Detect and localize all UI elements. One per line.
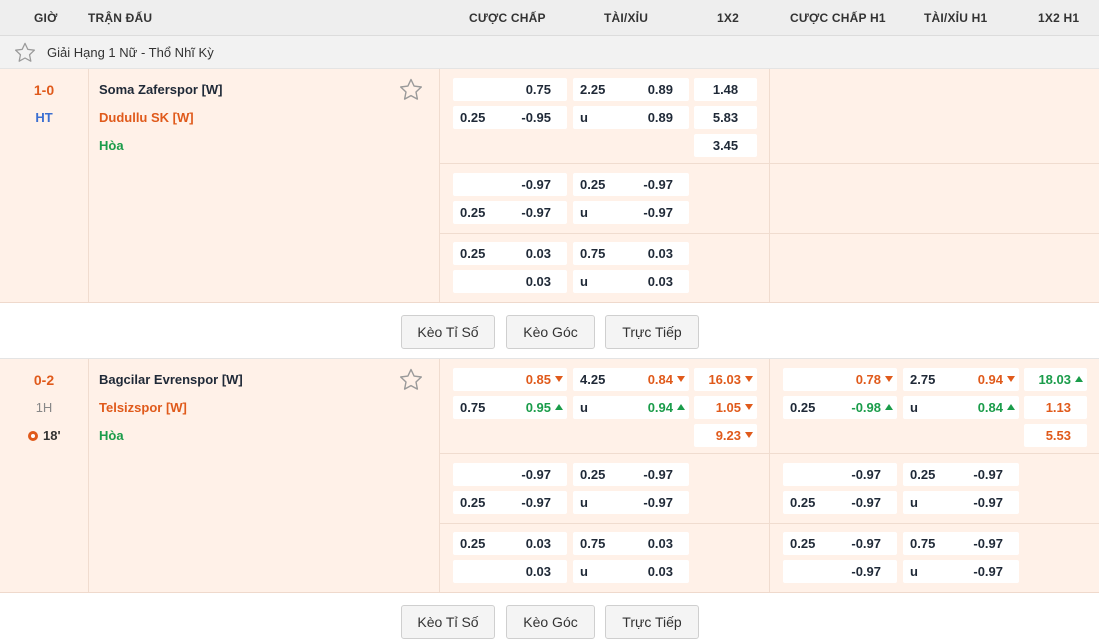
odds-1x2-away[interactable]: 5.83 (694, 106, 757, 129)
odds-1x2-draw[interactable]: 9.23 (694, 424, 757, 447)
odds-handicap-away[interactable]: 0.25 -0.97 (453, 491, 567, 514)
odds-over[interactable]: 0.75 0.03 (573, 532, 689, 555)
draw-label: Hòa (99, 138, 124, 153)
star-icon[interactable] (14, 42, 36, 65)
league-name: Giải Hạng 1 Nữ - Thổ Nhĩ Kỳ (47, 45, 214, 60)
arrow-up-icon (1075, 376, 1083, 382)
odds-under[interactable]: u -0.97 (573, 491, 689, 514)
odds-under-h1[interactable]: u -0.97 (903, 491, 1019, 514)
home-team[interactable]: Bagcilar Evrenspor [W] (99, 372, 243, 387)
col-handicap-h1: CƯỢC CHẤP H1 (790, 11, 886, 25)
odds-under[interactable]: u -0.97 (573, 201, 689, 224)
live-button[interactable]: Trực Tiếp (605, 315, 699, 349)
arrow-down-icon (555, 376, 563, 382)
odds-1x2-home[interactable]: 1.48 (694, 78, 757, 101)
match-status: 1H (35, 400, 53, 415)
odds-under[interactable]: u 0.03 (573, 560, 689, 583)
odds-1x2-draw[interactable]: 3.45 (694, 134, 757, 157)
odds-handicap-away[interactable]: 0.75 0.95 (453, 396, 567, 419)
odds-handicap-h1-home[interactable]: 0.25 -0.97 (783, 532, 897, 555)
odds-handicap-away[interactable]: 0.25 -0.95 (453, 106, 567, 129)
arrow-down-icon (677, 376, 685, 382)
arrow-up-icon (555, 404, 563, 410)
odds-handicap-away[interactable]: 0.25 -0.97 (453, 201, 567, 224)
live-button[interactable]: Trực Tiếp (605, 605, 699, 639)
match-score: 0-2 (33, 372, 55, 388)
match-actions: Kèo Tỉ Số Kèo Góc Trực Tiếp (0, 593, 1099, 643)
odds-1x2-h1-home[interactable]: 18.03 (1024, 368, 1087, 391)
odds-handicap-h1-home[interactable]: -0.97 (783, 463, 897, 486)
odds-under-h1[interactable]: u -0.97 (903, 560, 1019, 583)
odds-handicap-home[interactable]: 0.25 0.03 (453, 532, 567, 555)
match-row: 0-2 1H 18' Bagcilar Evrenspor [W] Telsiz… (0, 359, 1099, 593)
col-time: GIỜ (34, 11, 58, 25)
odds-1x2-h1-away[interactable]: 1.13 (1024, 396, 1087, 419)
odds-over[interactable]: 0.75 0.03 (573, 242, 689, 265)
away-team[interactable]: Telsizspor [W] (99, 400, 187, 415)
match-actions: Kèo Tỉ Số Kèo Góc Trực Tiếp (0, 303, 1099, 359)
odds-over-h1[interactable]: 0.25 -0.97 (903, 463, 1019, 486)
odds-over[interactable]: 0.25 -0.97 (573, 173, 689, 196)
odds-handicap-home[interactable]: 0.25 0.03 (453, 242, 567, 265)
odds-1x2-h1-draw[interactable]: 5.53 (1024, 424, 1087, 447)
odds-1x2-away[interactable]: 1.05 (694, 396, 757, 419)
odds-handicap-h1-away[interactable]: -0.97 (783, 560, 897, 583)
arrow-down-icon (745, 432, 753, 438)
odds-over-h1[interactable]: 2.75 0.94 (903, 368, 1019, 391)
match-row: 1-0 HT Soma Zaferspor [W] Dudullu SK [W]… (0, 69, 1099, 303)
odds-over-h1[interactable]: 0.75 -0.97 (903, 532, 1019, 555)
odds-handicap-h1-away[interactable]: 0.25 -0.98 (783, 396, 897, 419)
odds-handicap-home[interactable]: -0.97 (453, 173, 567, 196)
arrow-down-icon (885, 376, 893, 382)
live-icon (28, 430, 38, 441)
home-team[interactable]: Soma Zaferspor [W] (99, 82, 223, 97)
col-match: TRẬN ĐẤU (88, 11, 153, 25)
arrow-down-icon (1007, 376, 1015, 382)
arrow-up-icon (677, 404, 685, 410)
col-1x2: 1X2 (717, 11, 739, 25)
odds-1x2-home[interactable]: 16.03 (694, 368, 757, 391)
draw-label: Hòa (99, 428, 124, 443)
corners-button[interactable]: Kèo Góc (506, 605, 595, 639)
odds-handicap-home[interactable]: 0.85 (453, 368, 567, 391)
odds-under[interactable]: u 0.89 (573, 106, 689, 129)
odds-handicap-h1-home[interactable]: 0.78 (783, 368, 897, 391)
odds-over[interactable]: 4.25 0.84 (573, 368, 689, 391)
favorite-star-icon[interactable] (399, 368, 423, 393)
away-team[interactable]: Dudullu SK [W] (99, 110, 194, 125)
odds-under[interactable]: u 0.94 (573, 396, 689, 419)
correct-score-button[interactable]: Kèo Tỉ Số (401, 605, 495, 639)
match-minute: 18' (28, 428, 61, 443)
correct-score-button[interactable]: Kèo Tỉ Số (401, 315, 495, 349)
odds-handicap-away[interactable]: 0.03 (453, 560, 567, 583)
arrow-down-icon (745, 404, 753, 410)
odds-handicap-home[interactable]: 0.75 (453, 78, 567, 101)
arrow-up-icon (1007, 404, 1015, 410)
league-row: Giải Hạng 1 Nữ - Thổ Nhĩ Kỳ (0, 36, 1099, 69)
match-status: HT (35, 110, 53, 125)
favorite-star-icon[interactable] (399, 78, 423, 103)
odds-handicap-h1-away[interactable]: 0.25 -0.97 (783, 491, 897, 514)
match-score: 1-0 (33, 82, 55, 98)
odds-handicap-home[interactable]: -0.97 (453, 463, 567, 486)
odds-over[interactable]: 2.25 0.89 (573, 78, 689, 101)
odds-over[interactable]: 0.25 -0.97 (573, 463, 689, 486)
odds-handicap-away[interactable]: 0.03 (453, 270, 567, 293)
odds-under[interactable]: u 0.03 (573, 270, 689, 293)
arrow-down-icon (745, 376, 753, 382)
table-header: GIỜ TRẬN ĐẤU CƯỢC CHẤP TÀI/XỈU 1X2 CƯỢC … (0, 0, 1099, 36)
col-overunder: TÀI/XỈU (604, 11, 649, 25)
col-handicap: CƯỢC CHẤP (469, 11, 546, 25)
col-overunder-h1: TÀI/XỈU H1 (924, 11, 988, 25)
odds-under-h1[interactable]: u 0.84 (903, 396, 1019, 419)
corners-button[interactable]: Kèo Góc (506, 315, 595, 349)
col-1x2-h1: 1X2 H1 (1038, 11, 1080, 25)
arrow-up-icon (885, 404, 893, 410)
